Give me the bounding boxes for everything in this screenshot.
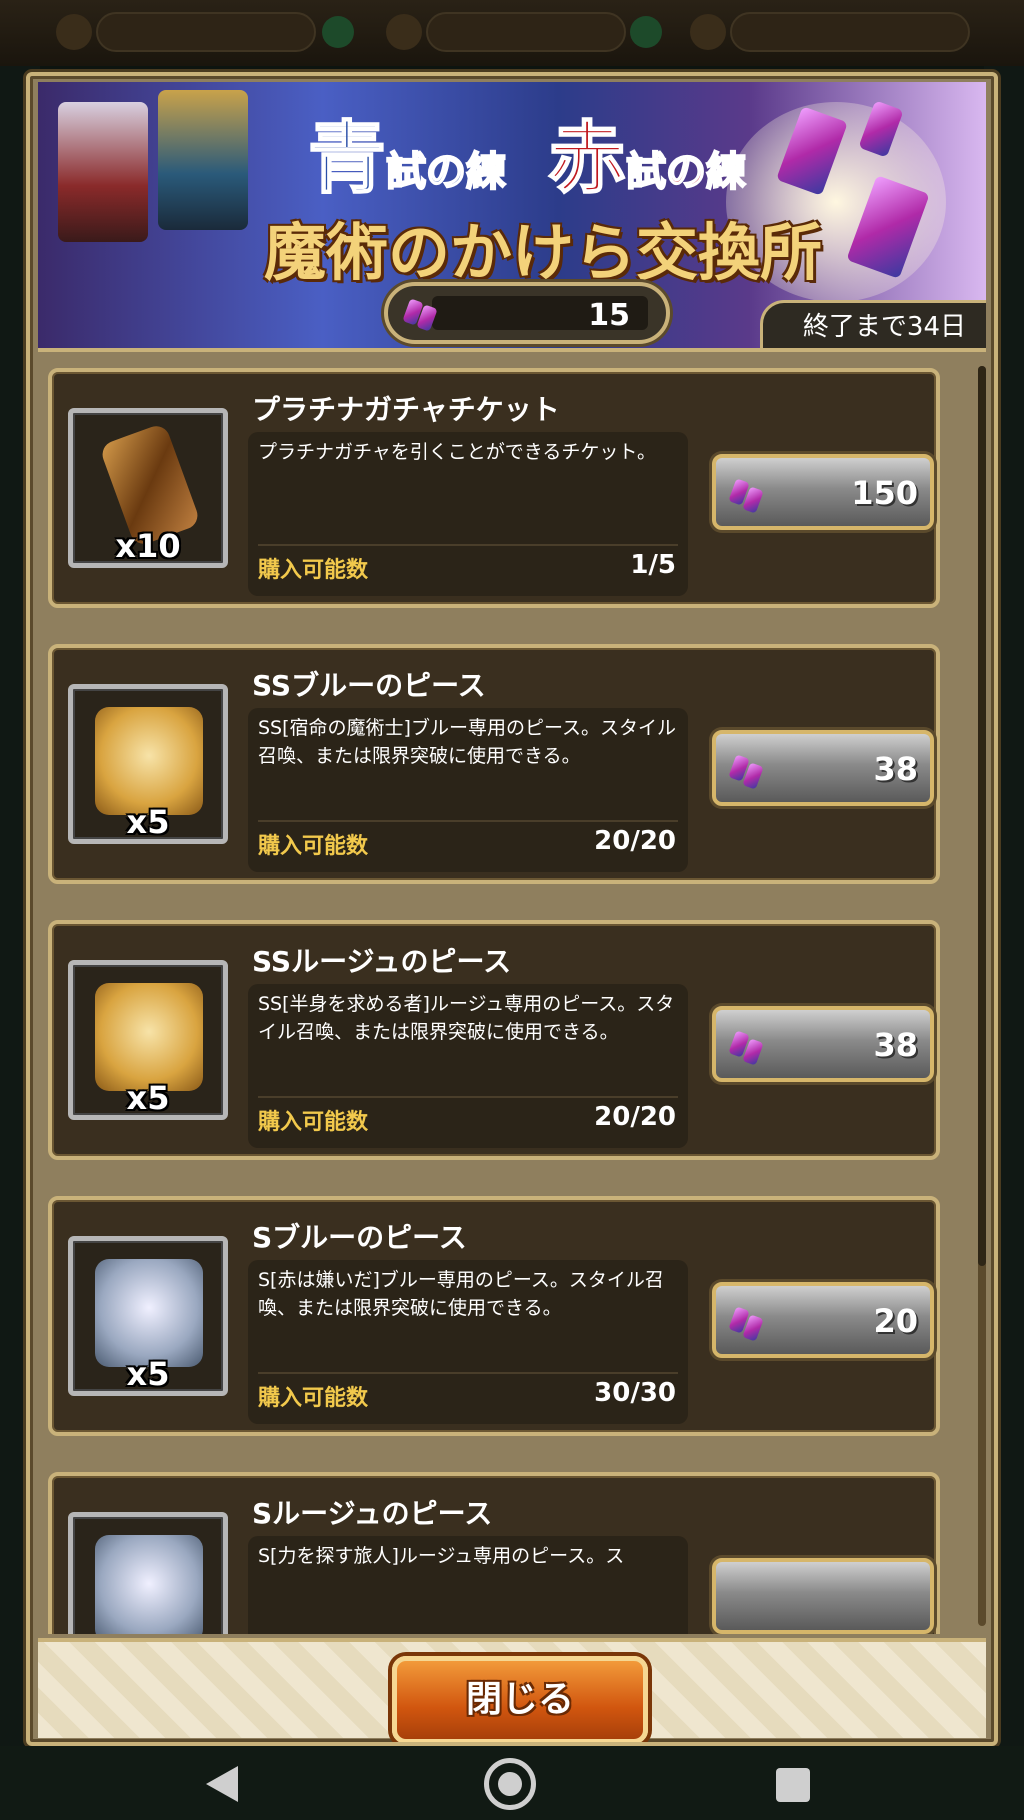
item-description-box: SS[宿命の魔術士]ブルー専用のピース。スタイル召喚、または限界突破に使用できる…: [248, 708, 688, 872]
item-name: プラチナガチャチケット: [252, 393, 560, 426]
item-quantity: x10: [115, 527, 181, 565]
scrollbar-thumb[interactable]: [978, 366, 986, 1266]
list-item: x5 Sブルーのピース S[赤は嫌いだ]ブルー専用のピース。スタイル召喚、または…: [48, 1196, 940, 1436]
currency-value: 15: [588, 298, 630, 333]
item-description-box: S[力を探す旅人]ルージュ専用のピース。ス: [248, 1536, 688, 1634]
exchange-shop-dialog: 青試の練 赤試の練 魔術のかけら交換所 終了まで34日 15 x10 プラチナガ…: [26, 72, 998, 1746]
divider: [258, 1372, 678, 1374]
background-header: [0, 0, 1024, 66]
item-price: 38: [873, 750, 918, 788]
item-description-box: プラチナガチャを引くことができるチケット。 購入可能数 1/5: [248, 432, 688, 596]
purchasable-label: 購入可能数: [258, 1386, 369, 1411]
item-price: 20: [873, 1302, 918, 1340]
exchange-button[interactable]: [712, 1558, 934, 1634]
background-coin-icon: [386, 14, 422, 50]
list-item: x5 SSルージュのピース SS[半身を求める者]ルージュ専用のピース。スタイル…: [48, 920, 940, 1160]
item-description: SS[宿命の魔術士]ブルー専用のピース。スタイル召喚、または限界突破に使用できる…: [258, 717, 676, 767]
divider: [258, 544, 678, 546]
close-button-label: 閉じる: [465, 1679, 574, 1720]
event-end-label: 終了まで34日: [759, 300, 986, 348]
background-coin-icon: [690, 14, 726, 50]
background-resource-pill: [730, 12, 970, 52]
item-price: 150: [851, 474, 918, 512]
item-name: Sブルーのピース: [252, 1221, 467, 1254]
exchange-button[interactable]: 38: [712, 1006, 934, 1082]
item-quantity: x5: [126, 1079, 170, 1117]
item-description-box: S[赤は嫌いだ]ブルー専用のピース。スタイル召喚、または限界突破に使用できる。 …: [248, 1260, 688, 1424]
item-description-box: SS[半身を求める者]ルージュ専用のピース。スタイル召喚、または限界突破に使用で…: [248, 984, 688, 1148]
currency-display: 15: [384, 282, 670, 344]
list-scrollbar[interactable]: [978, 366, 986, 1626]
exchange-item-list[interactable]: x10 プラチナガチャチケット プラチナガチャを引くことができるチケット。 購入…: [48, 358, 968, 1634]
ss-blue-piece-icon: [95, 707, 203, 815]
close-button[interactable]: 閉じる: [392, 1656, 648, 1742]
item-icon-frame: x5: [68, 1236, 228, 1396]
item-quantity: x5: [126, 803, 170, 841]
dialog-footer: 閉じる: [38, 1638, 986, 1742]
s-blue-piece-icon: [95, 1259, 203, 1367]
item-icon-frame: x5: [68, 684, 228, 844]
divider: [258, 1096, 678, 1098]
item-icon-frame: x5: [68, 960, 228, 1120]
exchange-button[interactable]: 38: [712, 730, 934, 806]
purchasable-label: 購入可能数: [258, 558, 369, 583]
item-icon-frame: [68, 1512, 228, 1634]
background-gem-icon: [56, 14, 92, 50]
back-icon[interactable]: [206, 1766, 238, 1802]
purchasable-label: 購入可能数: [258, 1110, 369, 1135]
list-item: Sルージュのピース S[力を探す旅人]ルージュ専用のピース。ス: [48, 1472, 940, 1634]
s-rouge-piece-icon: [95, 1535, 203, 1634]
list-item: x10 プラチナガチャチケット プラチナガチャを引くことができるチケット。 購入…: [48, 368, 940, 608]
item-description: S[赤は嫌いだ]ブルー専用のピース。スタイル召喚、または限界突破に使用できる。: [258, 1269, 664, 1319]
purchasable-count: 30/30: [594, 1378, 676, 1408]
purchasable-count: 20/20: [594, 826, 676, 856]
item-icon-frame: x10: [68, 408, 228, 568]
purchasable-label: 購入可能数: [258, 834, 369, 859]
item-description: プラチナガチャを引くことができるチケット。: [258, 441, 657, 463]
exchange-button[interactable]: 20: [712, 1282, 934, 1358]
item-price: 38: [873, 1026, 918, 1064]
ss-rouge-piece-icon: [95, 983, 203, 1091]
character-sprite-rouge: [58, 102, 148, 242]
banner-title-red: 赤試の練: [547, 112, 747, 205]
banner-title-red-sub: 試の練: [625, 147, 747, 196]
background-add-icon: [322, 16, 354, 48]
banner-title-main: 魔術のかけら交換所: [264, 216, 823, 289]
item-name: SSブルーのピース: [252, 669, 486, 702]
recent-apps-icon[interactable]: [776, 1768, 810, 1802]
home-icon[interactable]: [484, 1758, 536, 1810]
item-description: SS[半身を求める者]ルージュ専用のピース。スタイル召喚、または限界突破に使用で…: [258, 993, 675, 1043]
list-item: x5 SSブルーのピース SS[宿命の魔術士]ブルー専用のピース。スタイル召喚、…: [48, 644, 940, 884]
exchange-button[interactable]: 150: [712, 454, 934, 530]
item-description: S[力を探す旅人]ルージュ専用のピース。ス: [258, 1545, 625, 1567]
item-name: SSルージュのピース: [252, 945, 512, 978]
character-sprite-blue: [158, 90, 248, 230]
background-add-icon: [630, 16, 662, 48]
system-navigation-bar: [0, 1746, 1024, 1820]
banner-title-blue: 青試の練: [307, 112, 507, 205]
background-resource-pill: [96, 12, 316, 52]
purchasable-count: 20/20: [594, 1102, 676, 1132]
purchasable-count: 1/5: [630, 550, 676, 580]
item-name: Sルージュのピース: [252, 1497, 493, 1530]
banner-title-blue-sub: 試の練: [385, 147, 507, 196]
background-resource-pill: [426, 12, 626, 52]
divider: [258, 820, 678, 822]
item-quantity: x5: [126, 1355, 170, 1393]
